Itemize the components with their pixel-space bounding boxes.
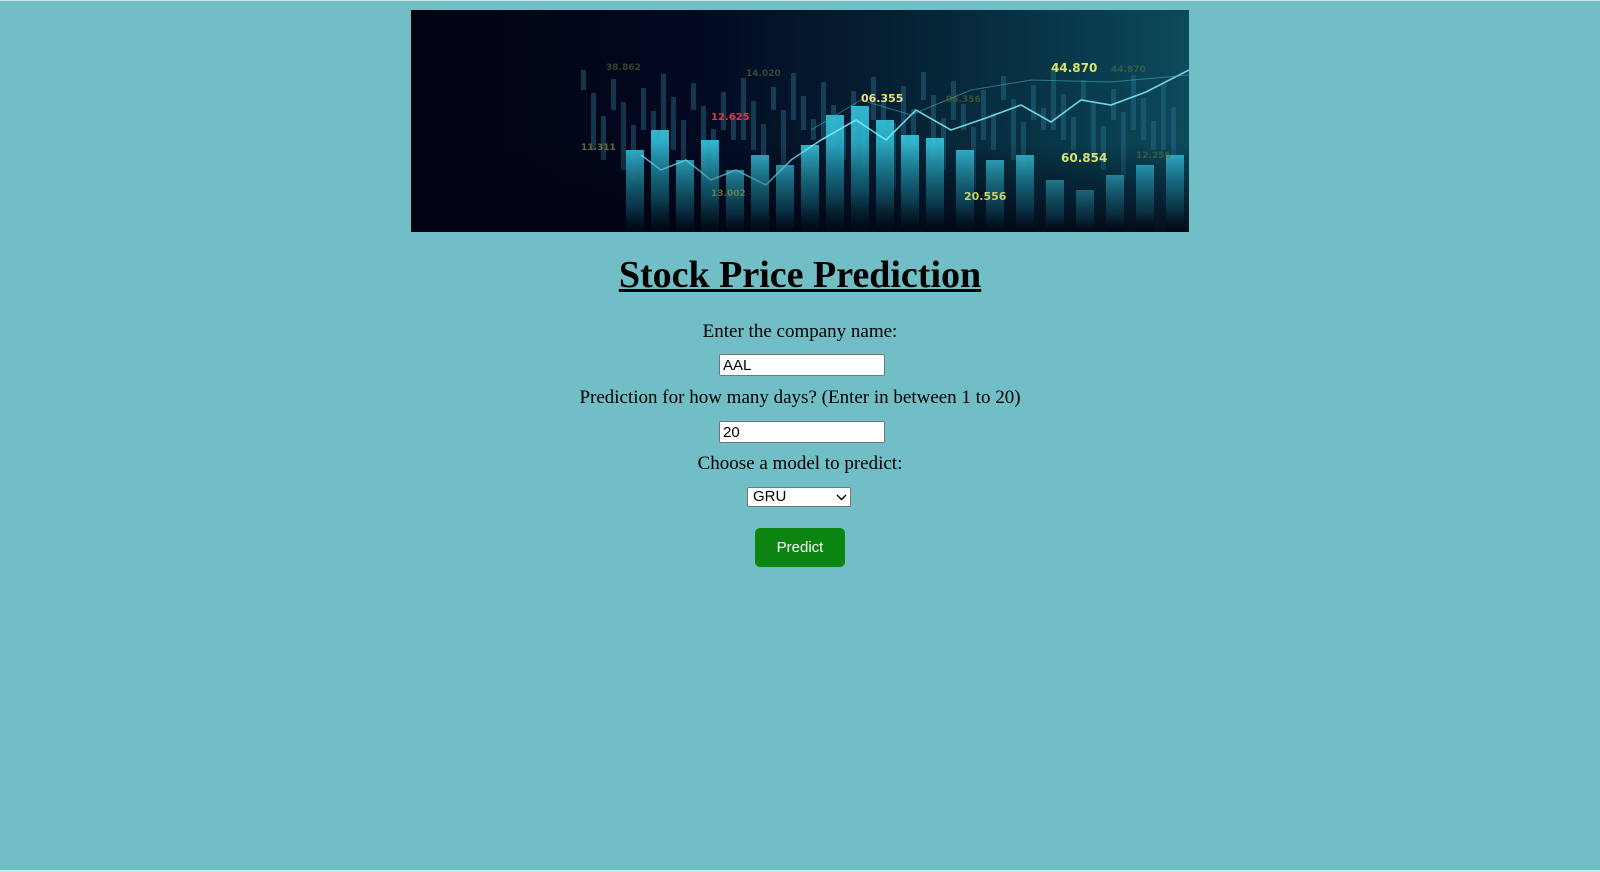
top-border (0, 0, 1600, 1)
company-name-input[interactable] (719, 354, 885, 376)
model-label: Choose a model to predict: (697, 453, 903, 474)
model-select[interactable]: GRU (747, 487, 851, 507)
banner-ticker-text: 06.355 (861, 92, 903, 105)
days-label: Prediction for how many days? (Enter in … (579, 387, 1021, 408)
banner-ticker-text: 06.356 (946, 95, 981, 105)
banner-ticker-text: 38.862 (606, 63, 641, 73)
banner-ticker-text: 12.256 (1136, 151, 1171, 161)
days-input[interactable] (719, 421, 885, 443)
model-select-value: GRU (753, 488, 787, 505)
company-name-label: Enter the company name: (702, 321, 898, 342)
banner-ticker-text: 11.311 (581, 143, 616, 153)
predict-button[interactable]: Predict (755, 528, 845, 567)
stock-chart-banner-image: 44.870 06.355 12.625 60.854 20.556 13.002 11.3… (411, 10, 1189, 232)
banner-ticker-text: 20.556 (964, 190, 1007, 203)
banner-ticker-text: 13.002 (711, 189, 746, 199)
page-title: Stock Price Prediction (618, 254, 982, 296)
banner-ticker-text: 12.625 (711, 112, 750, 123)
banner-ticker-text: 60.854 (1061, 151, 1107, 165)
chevron-down-icon (836, 494, 847, 501)
banner-ticker-text: 44.870 (1051, 61, 1097, 75)
banner-ticker-text: 44.870 (1111, 65, 1146, 75)
banner-ticker-text: 14.020 (746, 69, 781, 79)
